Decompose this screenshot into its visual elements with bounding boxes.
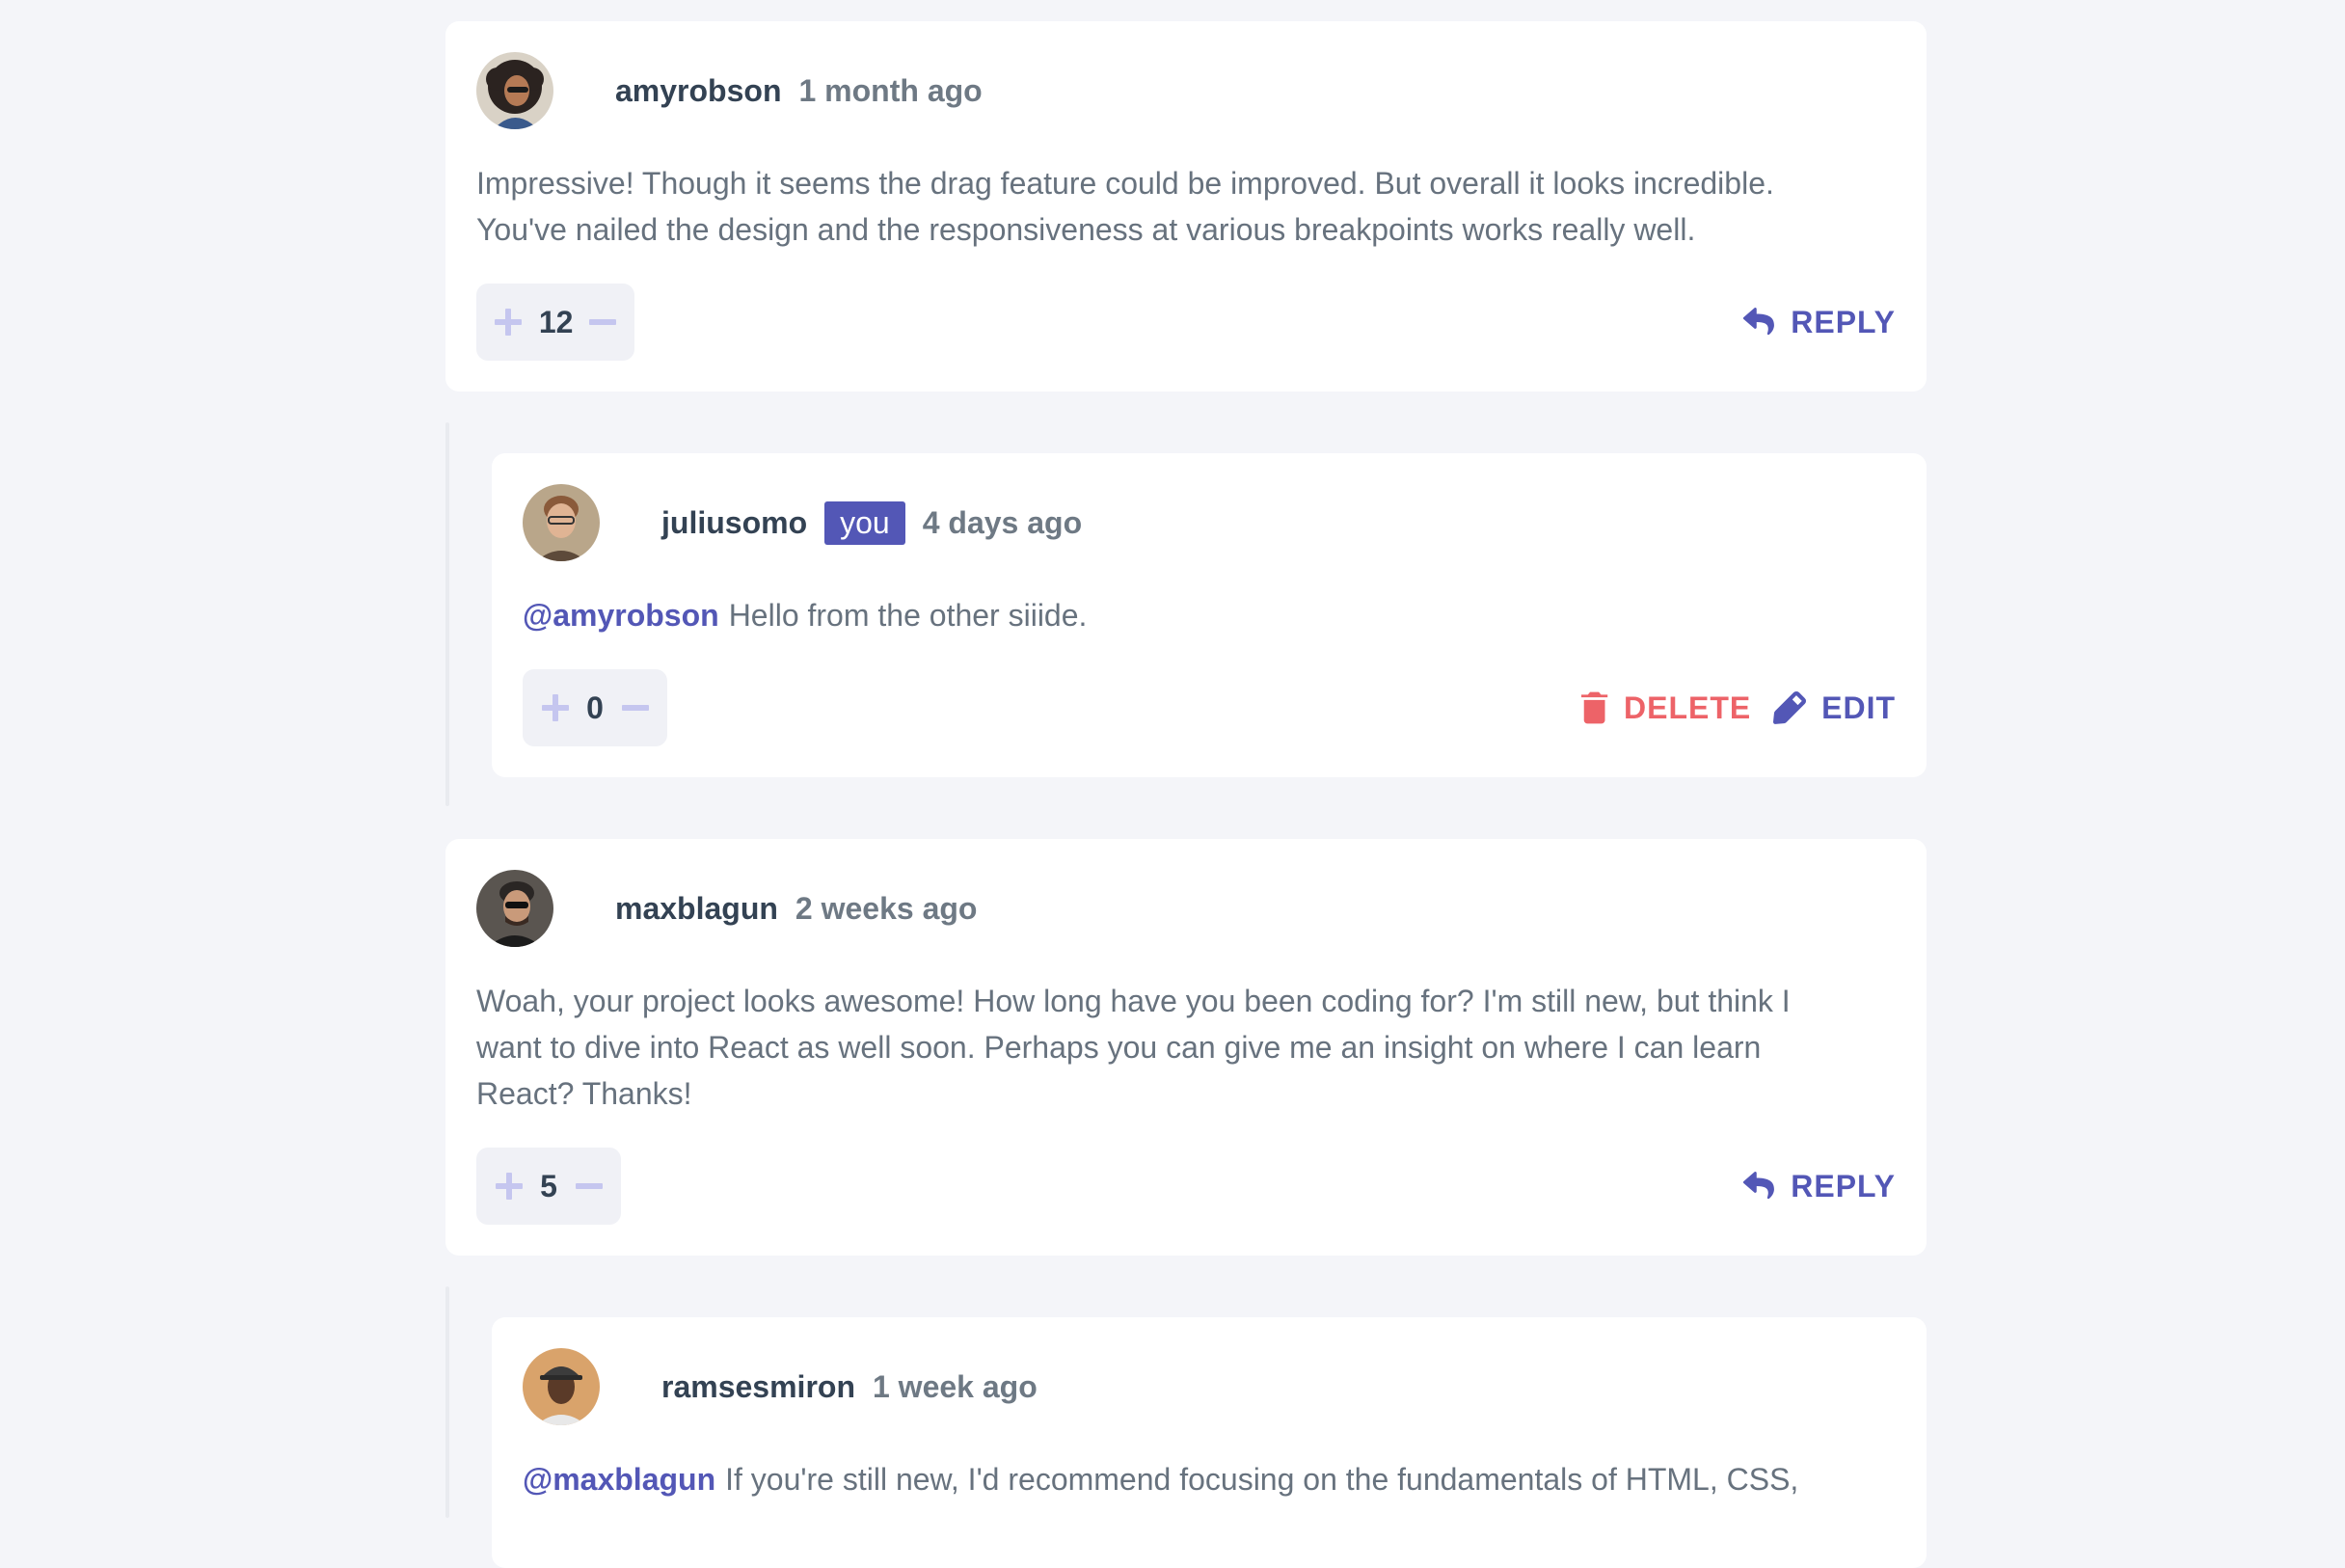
username[interactable]: ramsesmiron — [661, 1369, 855, 1405]
timestamp: 1 week ago — [872, 1368, 1038, 1404]
you-badge: you — [824, 500, 905, 545]
plus-icon — [541, 694, 569, 721]
comment-text: @maxblagun If you're still new, I'd recom… — [523, 1456, 1892, 1502]
username[interactable]: juliusomo — [661, 505, 807, 541]
reply-icon — [1743, 308, 1775, 336]
reply-card: juliusomo you 4 days ago @amyrobson Hello… — [492, 453, 1927, 777]
comment-meta: juliusomo you 4 days ago — [661, 496, 1082, 550]
upvote-button[interactable] — [494, 1171, 524, 1202]
avatar-amyrobson — [476, 52, 553, 129]
reply-thread-line — [445, 1286, 449, 1518]
comment-card: amyrobson 1 month ago Impressive! Though… — [445, 21, 1927, 392]
score-value: 0 — [586, 689, 604, 725]
plus-icon — [495, 1173, 523, 1200]
username[interactable]: amyrobson — [615, 73, 781, 109]
mention-link[interactable]: @amyrobson — [523, 598, 719, 633]
comment-meta: amyrobson 1 month ago — [615, 64, 983, 118]
avatar-juliusomo — [523, 484, 600, 561]
reply-text: If you're still new, I'd recommend focus… — [725, 1462, 1799, 1497]
delete-button[interactable]: DELETE — [1581, 685, 1751, 731]
comment-meta: maxblagun 2 weeks ago — [615, 881, 977, 935]
trash-icon — [1581, 691, 1608, 724]
score-value: 12 — [538, 304, 574, 339]
comment-text: Impressive! Though it seems the drag fea… — [476, 166, 1774, 247]
edit-label: EDIT — [1821, 689, 1896, 725]
score-counter: 5 — [476, 1148, 621, 1225]
plus-icon — [495, 309, 523, 336]
timestamp: 1 month ago — [798, 72, 983, 108]
downvote-button[interactable] — [620, 692, 650, 723]
reply-text: Hello from the other siiide. — [728, 598, 1088, 633]
reply-label: REPLY — [1791, 1168, 1896, 1203]
reply-label: REPLY — [1791, 304, 1896, 339]
minus-icon — [588, 319, 616, 325]
avatar-ramsesmiron — [523, 1348, 600, 1425]
minus-icon — [621, 705, 649, 711]
pencil-icon — [1773, 691, 1807, 724]
downvote-button[interactable] — [574, 1171, 604, 1202]
downvote-button[interactable] — [587, 307, 617, 338]
timestamp: 2 weeks ago — [795, 890, 978, 926]
edit-button[interactable]: EDIT — [1773, 685, 1896, 731]
comment-card: maxblagun 2 weeks ago Woah, your project… — [445, 839, 1927, 1256]
reply-icon — [1743, 1172, 1775, 1200]
mention-link[interactable]: @maxblagun — [523, 1462, 715, 1497]
timestamp: 4 days ago — [922, 504, 1083, 540]
reply-button[interactable]: REPLY — [1742, 1163, 1896, 1209]
upvote-button[interactable] — [540, 692, 570, 723]
score-value: 5 — [540, 1168, 557, 1203]
reply-button[interactable]: REPLY — [1742, 299, 1896, 345]
comment-meta: ramsesmiron 1 week ago — [661, 1360, 1038, 1414]
reply-thread-line — [445, 422, 449, 806]
score-counter: 12 — [476, 284, 634, 361]
reply-card: ramsesmiron 1 week ago @maxblagun If you'… — [492, 1317, 1927, 1568]
upvote-button[interactable] — [494, 307, 524, 338]
delete-label: DELETE — [1624, 689, 1752, 725]
minus-icon — [575, 1183, 603, 1189]
comment-text: @amyrobson Hello from the other siiide. — [523, 592, 1873, 638]
score-counter: 0 — [523, 669, 667, 746]
username[interactable]: maxblagun — [615, 891, 778, 927]
comment-text: Woah, your project looks awesome! How lo… — [476, 984, 1791, 1111]
avatar-maxblagun — [476, 870, 553, 947]
